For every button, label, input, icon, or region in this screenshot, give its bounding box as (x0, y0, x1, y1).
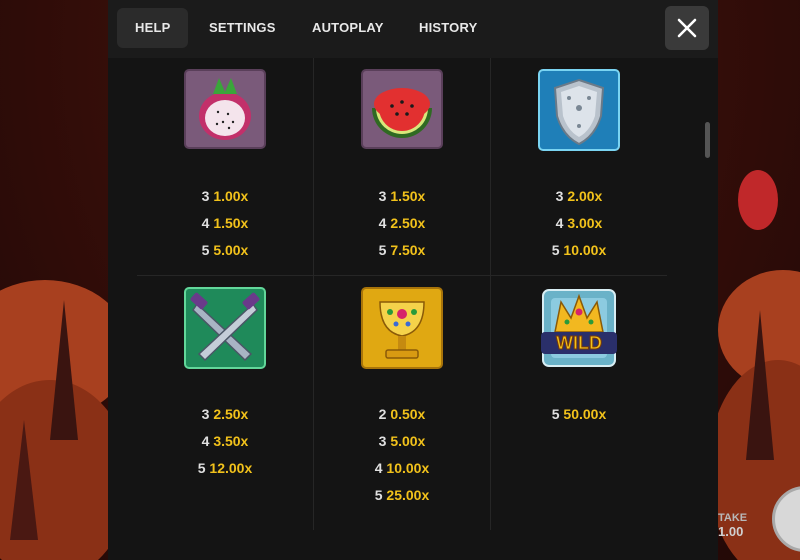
pay-row: 3 2.50x (201, 406, 249, 422)
pay-row: 5 5.00x (201, 242, 249, 258)
pay-row: 4 2.50x (378, 215, 426, 231)
tab-history[interactable]: HISTORY (401, 8, 495, 48)
watermelon-icon (361, 69, 443, 149)
paytable-cell-wild: WILD 5 50.00x (491, 276, 667, 530)
help-modal: HELP SETTINGS AUTOPLAY HISTORY 3 1.00x 4… (108, 0, 718, 560)
paytable-cell-watermelon: 3 1.50x 4 2.50x 5 7.50x (314, 58, 491, 276)
pay-row: 3 1.50x (378, 188, 426, 204)
crossed-swords-icon (184, 287, 266, 369)
pay-row: 3 5.00x (378, 433, 426, 449)
pay-row: 4 3.00x (555, 215, 603, 231)
paytable-cell-swords: 3 2.50x 4 3.50x 5 12.00x (137, 276, 314, 530)
wild-label: WILD (556, 333, 602, 353)
pay-row: 4 1.50x (201, 215, 249, 231)
paytable-cell-chalice: 2 0.50x 3 5.00x 4 10.00x 5 25.00x (314, 276, 491, 530)
pay-row: 5 10.00x (551, 242, 607, 258)
tab-help[interactable]: HELP (117, 8, 189, 48)
wild-crown-icon: WILD (541, 289, 617, 367)
background-scenery-left (0, 0, 108, 560)
pay-row: 3 1.00x (201, 188, 249, 204)
close-icon (677, 18, 697, 38)
close-button[interactable] (665, 6, 709, 50)
pay-row: 3 2.00x (555, 188, 603, 204)
stake-value: 1.00 (718, 524, 744, 539)
take-label: TAKE (718, 512, 748, 524)
paytable-grid: 3 1.00x 4 1.50x 5 5.00x 3 1.50x 4 2.50x … (137, 58, 667, 530)
shield-icon (538, 69, 620, 151)
tab-autoplay[interactable]: AUTOPLAY (294, 8, 402, 48)
pay-row: 4 3.50x (201, 433, 249, 449)
pay-row: 2 0.50x (378, 406, 426, 422)
pay-row: 5 7.50x (378, 242, 426, 258)
tab-settings[interactable]: SETTINGS (191, 8, 294, 48)
scrollbar[interactable] (705, 122, 710, 158)
paytable-cell-shield: 3 2.00x 4 3.00x 5 10.00x (491, 58, 667, 276)
pay-row: 5 50.00x (551, 406, 607, 422)
pay-row: 4 10.00x (374, 460, 430, 476)
paytable-cell-dragonfruit: 3 1.00x 4 1.50x 5 5.00x (137, 58, 314, 276)
pay-row: 5 25.00x (374, 487, 430, 503)
background-scenery-right (718, 0, 800, 560)
pay-row: 5 12.00x (197, 460, 253, 476)
take-stake-label: TAKE 1.00 (718, 512, 768, 539)
tab-bar: HELP SETTINGS AUTOPLAY HISTORY (108, 0, 718, 58)
golden-chalice-icon (361, 287, 443, 369)
dragonfruit-icon (184, 69, 266, 149)
